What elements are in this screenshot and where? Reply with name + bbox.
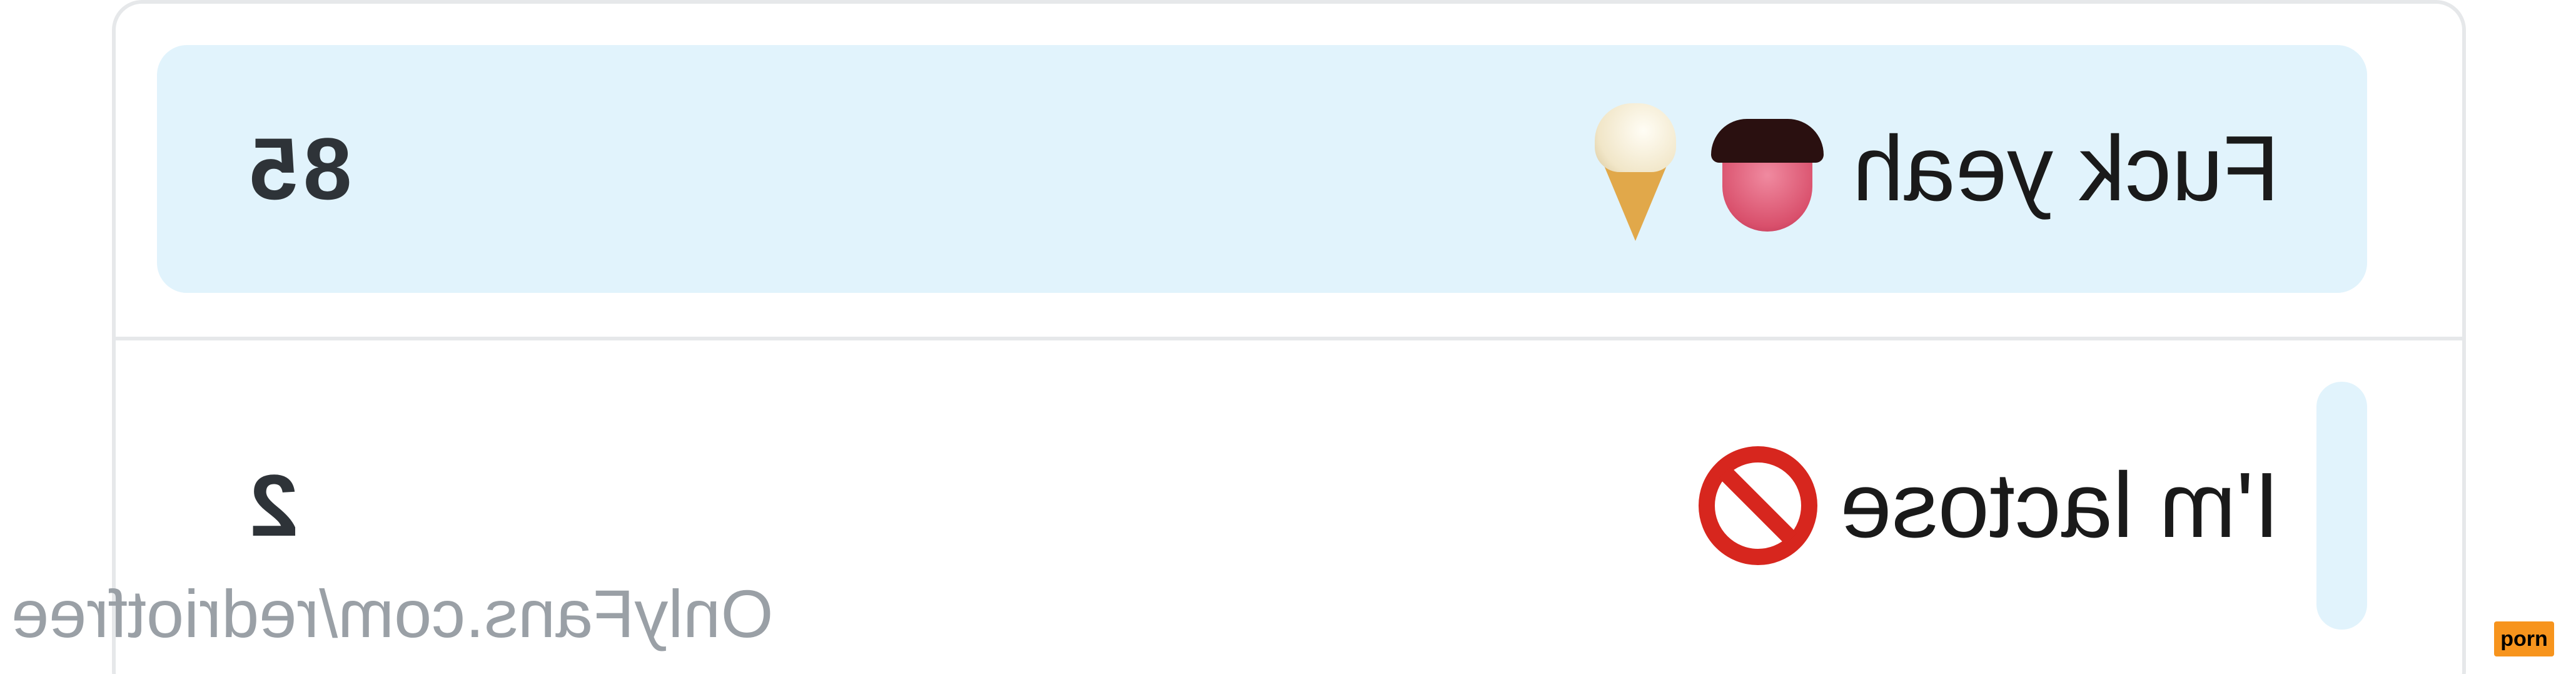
screenshot-stage: Fuck yeah 85 I'm lactose 2 OnlyFans.com/…: [0, 0, 2576, 674]
poll-option-label-row: I'm lactose: [1699, 446, 2280, 565]
porn-badge: porn: [2494, 621, 2554, 656]
poll-option-label: Fuck yeah: [1852, 117, 2280, 220]
poll-option-fill-bar: [2316, 382, 2367, 630]
ice-cream-icon: [1589, 97, 1682, 241]
tongue-icon: [1705, 106, 1830, 232]
no-entry-icon: [1699, 446, 1818, 565]
poll-option-fuck-yeah[interactable]: Fuck yeah 85: [157, 45, 2367, 293]
poll-option-label: I'm lactose: [1840, 454, 2280, 557]
poll-option-label-row: Fuck yeah: [1589, 97, 2280, 241]
mirrored-poll-area: Fuck yeah 85 I'm lactose 2: [0, 0, 2576, 674]
poll-option-count: 2: [245, 456, 298, 554]
poll-divider: [112, 337, 2466, 340]
watermark-text: OnlyFans.com/redriotfree: [11, 576, 774, 651]
watermark: OnlyFans.com/redriotfree: [11, 574, 773, 653]
poll-option-count: 85: [245, 120, 352, 218]
